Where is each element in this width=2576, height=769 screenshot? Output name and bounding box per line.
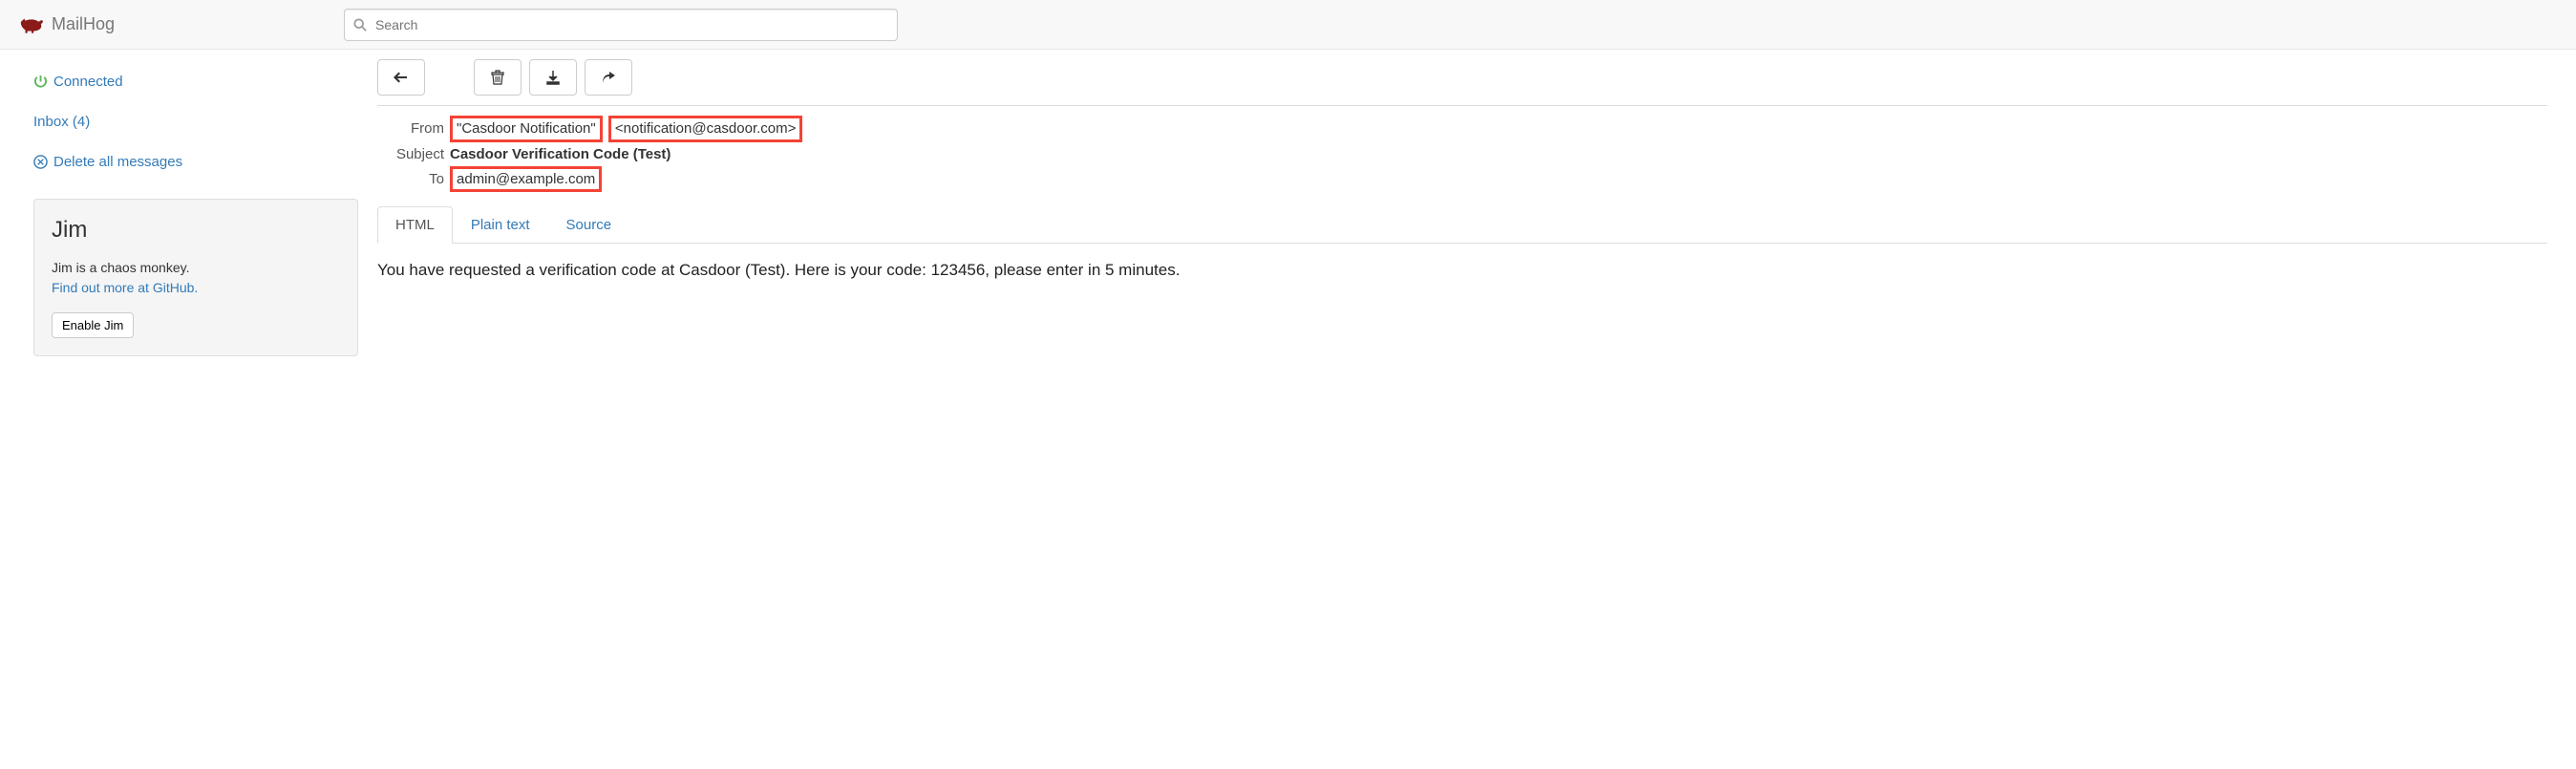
jim-github-link[interactable]: Find out more at GitHub. (52, 280, 198, 295)
jim-panel: Jim Jim is a chaos monkey. Find out more… (33, 199, 358, 356)
to-value: admin@example.com (450, 166, 602, 193)
share-icon (601, 70, 616, 85)
enable-jim-button[interactable]: Enable Jim (52, 312, 134, 338)
from-label: From (377, 120, 444, 137)
delete-all-link[interactable]: Delete all messages (33, 154, 334, 170)
x-circle-icon (33, 155, 48, 169)
arrow-left-icon (394, 70, 409, 85)
release-button[interactable] (585, 59, 632, 96)
tab-html[interactable]: HTML (377, 206, 453, 244)
power-icon (33, 75, 48, 89)
tab-plain[interactable]: Plain text (453, 206, 548, 244)
message-tabs: HTML Plain text Source (377, 206, 2547, 244)
trash-icon (490, 70, 505, 85)
inbox-label: Inbox (4) (33, 114, 90, 130)
delete-button[interactable] (474, 59, 522, 96)
sidebar: Connected Inbox (4) Delete all messages … (0, 50, 353, 375)
divider (377, 105, 2547, 106)
delete-all-label: Delete all messages (53, 154, 182, 170)
search-icon (353, 18, 367, 32)
jim-title: Jim (52, 217, 340, 244)
pig-icon (19, 15, 44, 34)
download-icon (545, 70, 561, 85)
status-label: Connected (53, 74, 123, 90)
tab-source[interactable]: Source (548, 206, 630, 244)
message-toolbar (377, 59, 2547, 96)
from-email: <notification@casdoor.com> (608, 116, 803, 142)
message-headers: From "Casdoor Notification" <notificatio… (377, 116, 2547, 192)
from-name: "Casdoor Notification" (450, 116, 603, 142)
back-button[interactable] (377, 59, 425, 96)
brand-text: MailHog (52, 14, 115, 34)
message-body: You have requested a verification code a… (377, 258, 2547, 283)
to-label: To (377, 171, 444, 187)
subject-value: Casdoor Verification Code (Test) (450, 146, 671, 162)
inbox-link[interactable]: Inbox (4) (33, 114, 334, 130)
subject-label: Subject (377, 146, 444, 162)
download-button[interactable] (529, 59, 577, 96)
brand-link[interactable]: MailHog (19, 14, 115, 34)
connection-status[interactable]: Connected (33, 74, 334, 90)
navbar: MailHog (0, 0, 2576, 50)
jim-desc: Jim is a chaos monkey. (52, 260, 189, 275)
search-box (344, 9, 898, 41)
main-content: From "Casdoor Notification" <notificatio… (353, 50, 2576, 375)
search-input[interactable] (344, 9, 898, 41)
